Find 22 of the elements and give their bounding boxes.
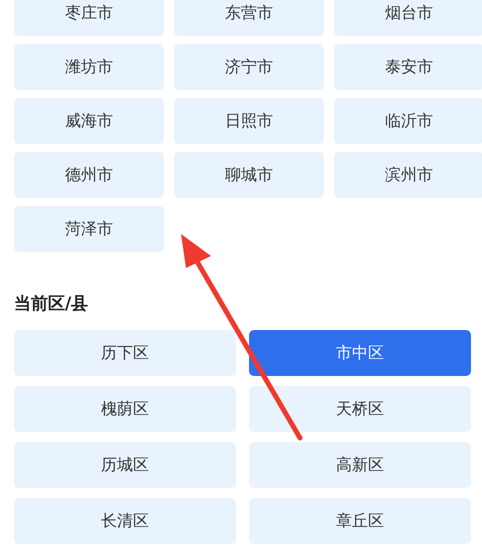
city-option[interactable]: 潍坊市 <box>14 44 164 90</box>
city-option[interactable]: 威海市 <box>14 98 164 144</box>
district-option[interactable]: 历下区 <box>14 330 236 376</box>
city-option[interactable]: 济宁市 <box>174 44 324 90</box>
city-option[interactable]: 枣庄市 <box>14 0 164 36</box>
city-option[interactable]: 德州市 <box>14 152 164 198</box>
city-option[interactable]: 东营市 <box>174 0 324 36</box>
city-option[interactable]: 菏泽市 <box>14 206 164 252</box>
district-option[interactable]: 长清区 <box>14 498 236 544</box>
district-option[interactable]: 历城区 <box>14 442 236 488</box>
city-option[interactable]: 烟台市 <box>334 0 482 36</box>
city-option[interactable]: 临沂市 <box>334 98 482 144</box>
district-option[interactable]: 市中区 <box>249 330 471 376</box>
district-option[interactable]: 槐荫区 <box>14 386 236 432</box>
city-option[interactable]: 滨州市 <box>334 152 482 198</box>
section-title: 当前区/县 <box>14 293 90 316</box>
district-option[interactable]: 高新区 <box>249 442 471 488</box>
city-option[interactable]: 日照市 <box>174 98 324 144</box>
city-option[interactable]: 泰安市 <box>334 44 482 90</box>
district-option[interactable]: 章丘区 <box>249 498 471 544</box>
district-option[interactable]: 天桥区 <box>249 386 471 432</box>
city-option[interactable]: 聊城市 <box>174 152 324 198</box>
